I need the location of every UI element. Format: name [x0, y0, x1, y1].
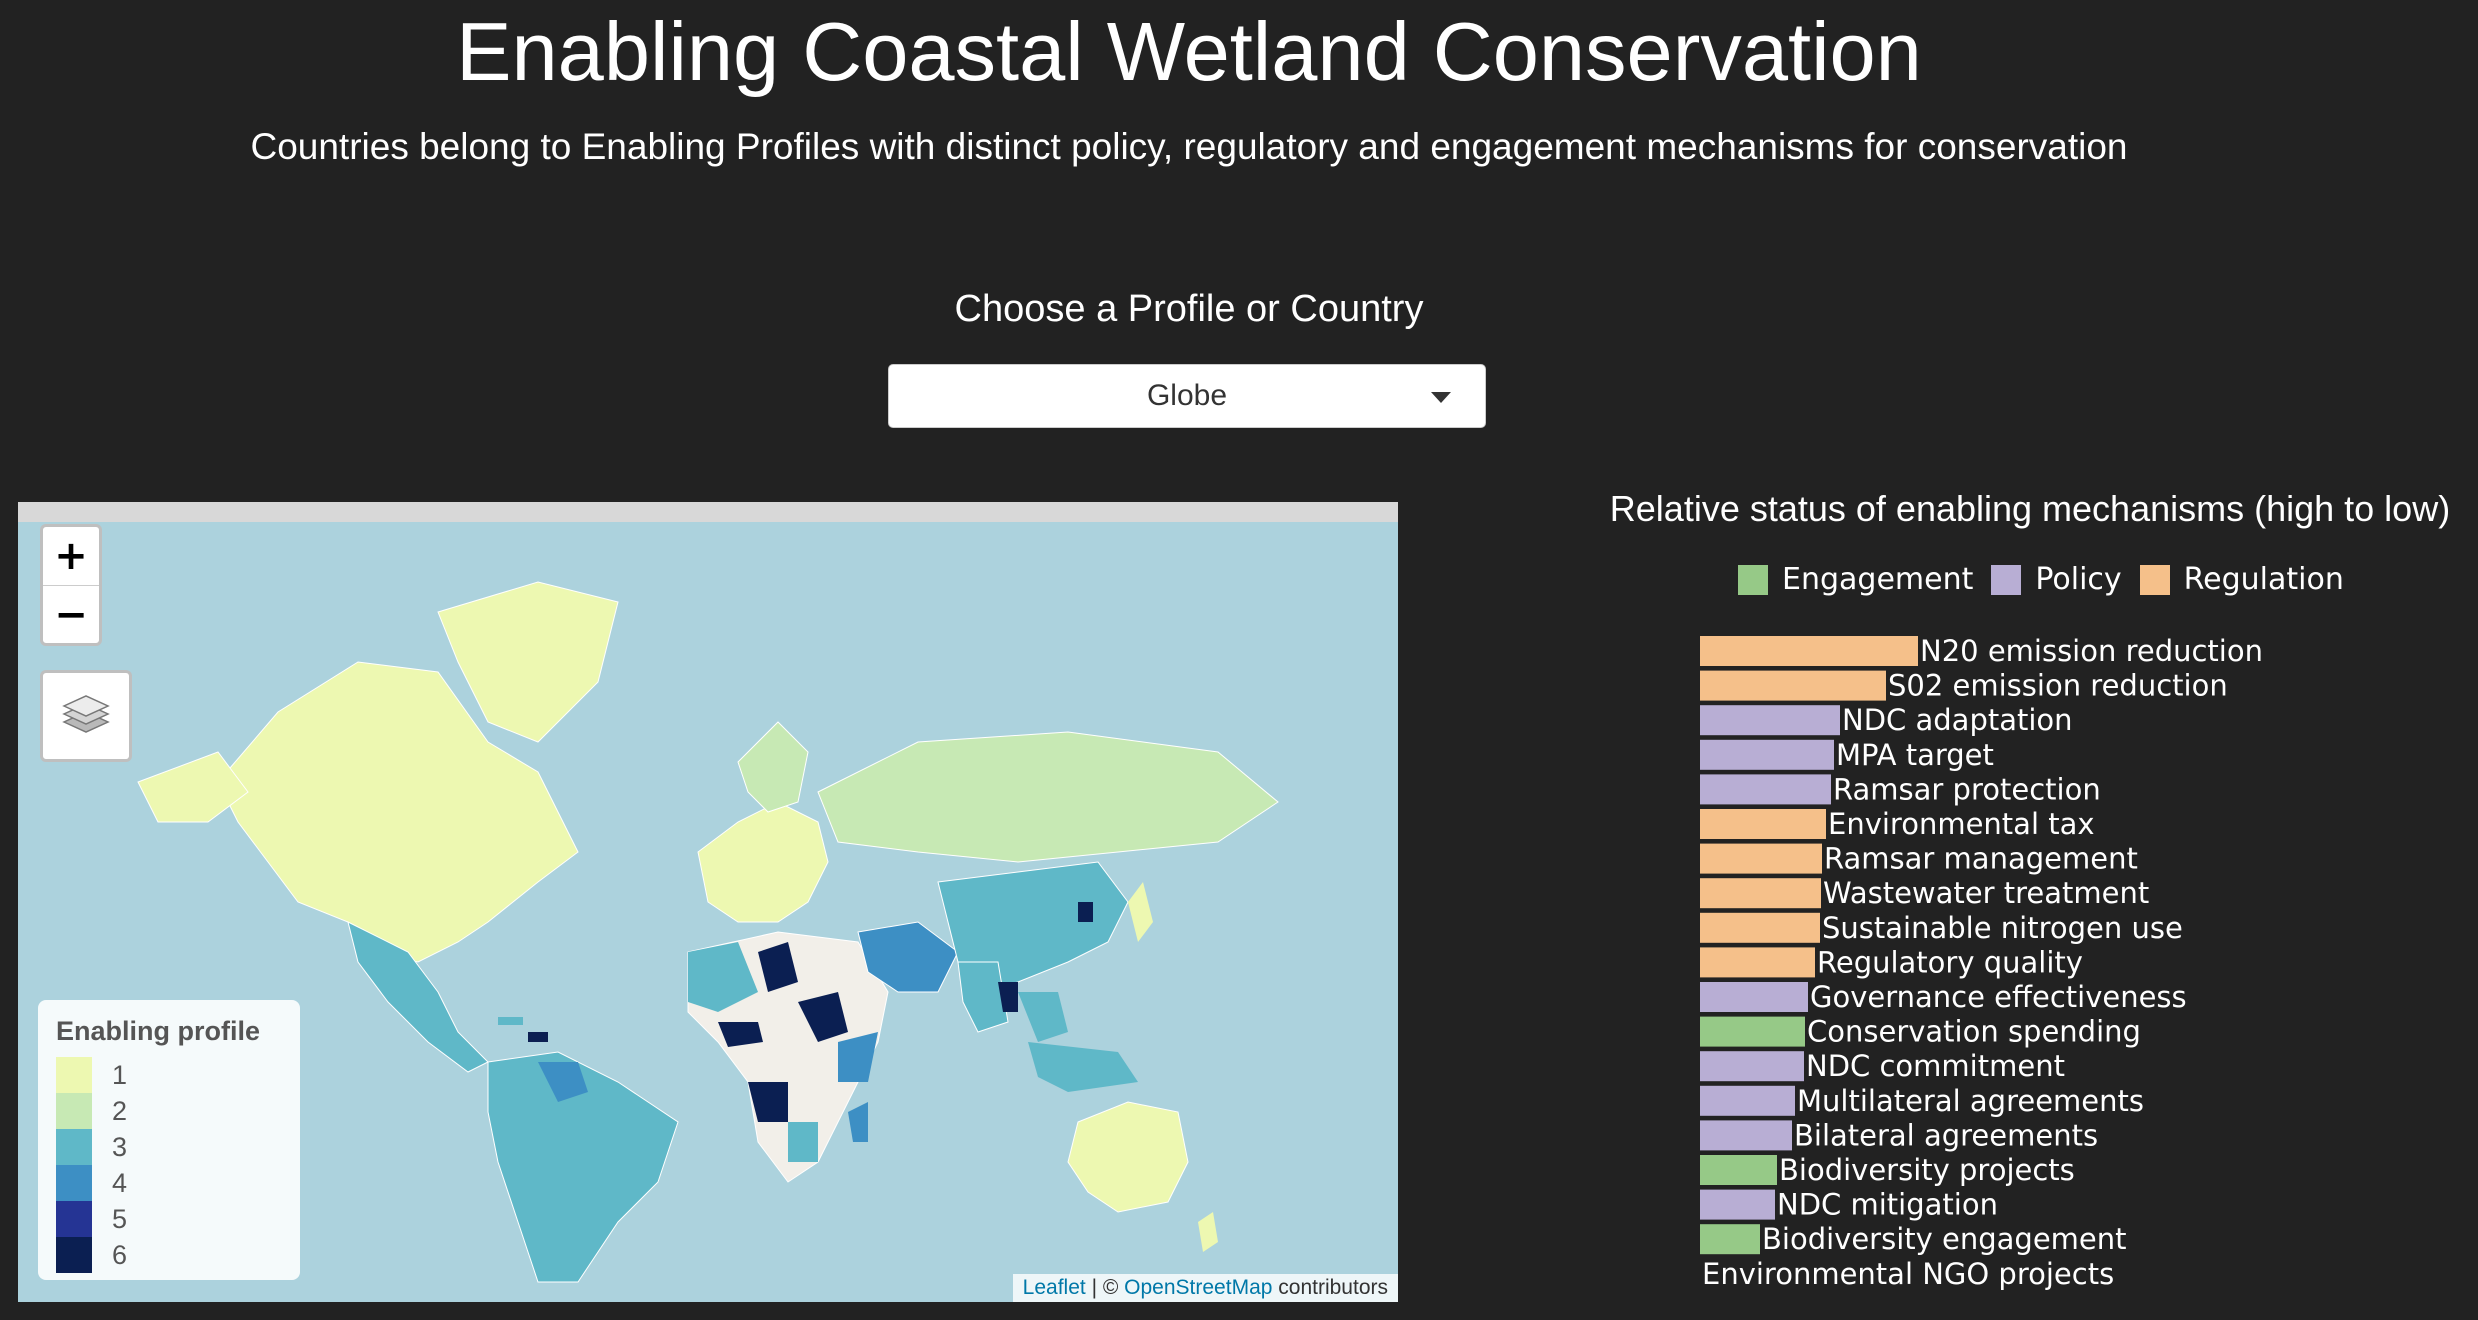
zoom-control: + − [40, 524, 102, 646]
profile-legend: Enabling profile 1 2 3 4 5 6 [38, 1000, 300, 1280]
attribution-separator: | © [1091, 1276, 1119, 1299]
page-title: Enabling Coastal Wetland Conservation [456, 5, 1922, 98]
bar-6[interactable] [1700, 843, 1822, 874]
legend-swatch [56, 1165, 92, 1201]
layers-button[interactable] [40, 670, 132, 762]
bar-5[interactable] [1700, 809, 1826, 839]
bar-label: Regulatory quality [1817, 945, 2083, 979]
osm-link[interactable]: OpenStreetMap [1124, 1276, 1272, 1299]
legend-label: 1 [112, 1059, 128, 1090]
page-subtitle: Countries belong to Enabling Profiles wi… [250, 126, 2128, 167]
bar-16[interactable] [1700, 1189, 1775, 1220]
legend-item: 2 [56, 1093, 282, 1129]
bar-2[interactable] [1700, 705, 1840, 736]
bar-label: Multilateral agreements [1797, 1084, 2144, 1118]
bar-10[interactable] [1700, 982, 1808, 1012]
legend-swatch [56, 1057, 92, 1093]
bar-label: Conservation spending [1807, 1015, 2141, 1049]
bar-label: NDC mitigation [1777, 1188, 1998, 1222]
legend-label: 5 [112, 1203, 128, 1234]
legend-swatch [56, 1237, 92, 1273]
mechanism-legend-label: Policy [2035, 562, 2122, 597]
bar-0[interactable] [1700, 636, 1918, 666]
zoom-in-button[interactable]: + [43, 527, 99, 585]
mechanism-legend-swatch [1738, 564, 1768, 595]
bar-4[interactable] [1700, 774, 1831, 805]
bar-12[interactable] [1700, 1051, 1804, 1082]
bar-14[interactable] [1700, 1120, 1792, 1151]
bar-label: Ramsar management [1824, 842, 2138, 876]
mechanisms-bar-chart: N20 emission reductionS02 emission reduc… [1700, 636, 2263, 1291]
legend-label: 3 [112, 1131, 128, 1162]
profile-chooser-label: Choose a Profile or Country [954, 288, 1424, 330]
bar-label: NDC adaptation [1842, 703, 2073, 737]
legend-swatch [56, 1201, 92, 1237]
bar-11[interactable] [1700, 1016, 1805, 1047]
mechanism-legend-label: Regulation [2183, 562, 2344, 597]
bar-label: Sustainable nitrogen use [1822, 911, 2183, 945]
bar-label: Governance effectiveness [1810, 980, 2187, 1014]
select-value: Globe [1146, 379, 1228, 412]
zoom-out-button[interactable]: − [43, 585, 99, 644]
legend-label: 6 [112, 1239, 128, 1270]
legend-title: Enabling profile [56, 1016, 261, 1046]
bar-label: Environmental tax [1828, 807, 2095, 841]
bar-17[interactable] [1700, 1224, 1760, 1255]
world-map[interactable]: + − Enabling profile 1 2 3 4 5 6 Leaflet | © … [18, 502, 1398, 1302]
attribution-suffix: contributors [1278, 1276, 1388, 1299]
mechanism-legend-item: Engagement [1738, 562, 1973, 597]
mechanism-legend-swatch [1991, 564, 2022, 595]
bar-15[interactable] [1700, 1155, 1777, 1185]
mechanism-legend-label: Engagement [1782, 562, 1974, 597]
bar-label: Environmental NGO projects [1702, 1257, 2114, 1291]
bar-7[interactable] [1700, 878, 1821, 909]
legend-swatch [56, 1129, 92, 1165]
chevron-down-icon [1431, 392, 1451, 403]
legend-item: 6 [56, 1237, 282, 1273]
bar-8[interactable] [1700, 912, 1820, 943]
legend-item: 4 [56, 1165, 282, 1201]
bar-13[interactable] [1700, 1085, 1795, 1116]
leaflet-link[interactable]: Leaflet [1023, 1276, 1086, 1299]
map-attribution: Leaflet | © OpenStreetMap contributors [1012, 1274, 1398, 1302]
legend-label: 2 [112, 1095, 128, 1126]
legend-swatch [56, 1093, 92, 1129]
mechanism-legend-swatch [2139, 564, 2170, 595]
bar-label: NDC commitment [1806, 1049, 2065, 1083]
bar-label: S02 emission reduction [1888, 669, 2228, 703]
legend-item: 1 [56, 1057, 282, 1093]
legend-label: 4 [112, 1167, 128, 1198]
bar-label: Wastewater treatment [1823, 876, 2149, 910]
profile-country-select[interactable]: Globe [888, 364, 1486, 428]
bar-label: Ramsar protection [1833, 772, 2101, 806]
mechanism-legend-item: Regulation [2139, 562, 2344, 597]
legend-item: 3 [56, 1129, 282, 1165]
bar-label: Bilateral agreements [1794, 1118, 2098, 1152]
bar-label: Biodiversity projects [1779, 1153, 2075, 1187]
mechanism-legend-item: Policy [1991, 562, 2122, 597]
bar-9[interactable] [1700, 947, 1815, 978]
bar-1[interactable] [1700, 670, 1886, 701]
bar-label: Biodiversity engagement [1762, 1222, 2127, 1256]
legend-item: 5 [56, 1201, 282, 1237]
bar-label: MPA target [1836, 738, 1994, 772]
layers-icon [62, 695, 110, 733]
mechanisms-title: Relative status of enabling mechanisms (… [1609, 488, 2451, 529]
bar-label: N20 emission reduction [1920, 636, 2263, 668]
bar-3[interactable] [1700, 739, 1834, 770]
mechanisms-legend: Engagement Policy Regulation [1738, 562, 2362, 597]
